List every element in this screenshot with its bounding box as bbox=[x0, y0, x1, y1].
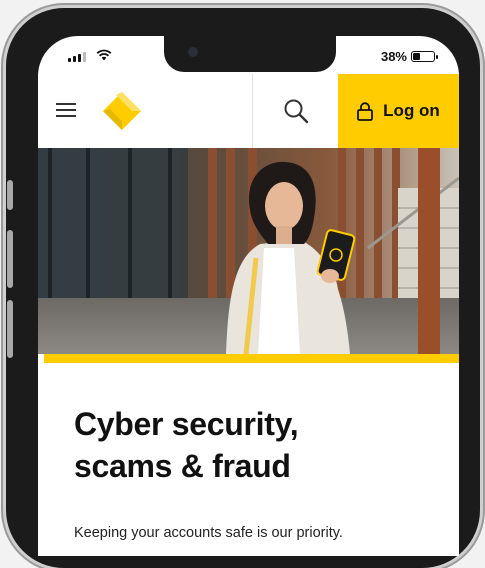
mute-switch bbox=[7, 180, 13, 210]
accent-bar bbox=[44, 354, 459, 363]
page-description: Keeping your accounts safe is our priori… bbox=[74, 525, 343, 541]
phone-frame: 38% Log on Cyber security, scams & fraud… bbox=[6, 8, 480, 568]
wifi-icon bbox=[96, 49, 112, 61]
front-camera bbox=[188, 47, 198, 57]
page-title: Cyber security, scams & fraud bbox=[74, 403, 404, 487]
battery-icon bbox=[411, 51, 438, 62]
title-line-2: scams & fraud bbox=[74, 448, 291, 484]
phone-screen: 38% Log on Cyber security, scams & fraud… bbox=[38, 36, 459, 556]
signal-icon bbox=[68, 52, 86, 62]
volume-down-button bbox=[7, 300, 13, 358]
search-icon bbox=[284, 99, 309, 124]
title-line-1: Cyber security, bbox=[74, 406, 299, 442]
log-on-label: Log on bbox=[383, 101, 440, 120]
hero-image bbox=[38, 148, 459, 354]
search-button[interactable] bbox=[252, 74, 338, 148]
commbank-logo[interactable] bbox=[102, 91, 142, 131]
top-navigation: Log on bbox=[38, 74, 459, 149]
notch bbox=[164, 36, 336, 72]
content-card: Cyber security, scams & fraud Keeping yo… bbox=[44, 363, 459, 556]
volume-up-button bbox=[7, 230, 13, 288]
log-on-button[interactable]: Log on bbox=[338, 74, 459, 148]
woman-holding-phone-photo bbox=[38, 148, 459, 354]
battery-percentage: 38% bbox=[380, 49, 407, 64]
hamburger-menu-button[interactable] bbox=[56, 102, 76, 118]
padlock-icon bbox=[357, 101, 374, 121]
